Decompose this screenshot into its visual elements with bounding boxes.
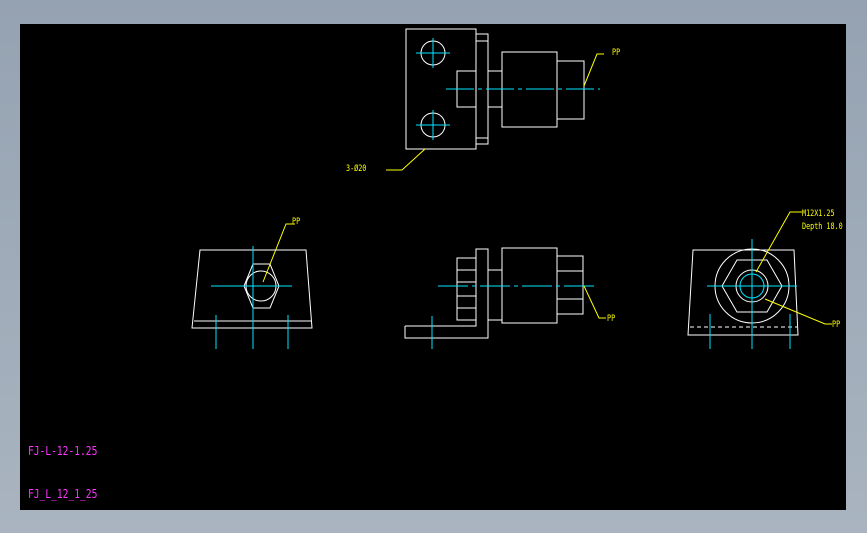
part-name-title: FJ-L-12-1.25 [28,444,98,458]
front-view-leaders [262,223,295,283]
drawing-svg [191,28,832,349]
side-view-centerlines [431,285,595,349]
thread-depth-label: Depth 18.0 [802,222,843,232]
top-view-pp-label: PP [612,48,621,58]
top-view-centerlines [416,38,600,140]
file-name-title: FJ_L_12_1_25 [28,487,98,501]
holes-callout-label: 3-Ø20 [346,164,367,174]
thread-spec-label: M12X1.25 [802,209,835,219]
side-view-pp-label: PP [607,314,616,324]
front-view-pp-label: PP [292,217,301,227]
cad-drawing-canvas[interactable]: PP 3-Ø20 PP PP M12X1.25 Depth 18.0 PP FJ… [20,24,846,510]
side-view-leaders [583,285,606,319]
right-view-pp-label: PP [832,320,841,330]
right-view-thread [707,239,797,349]
front-view [191,249,313,329]
right-view [687,248,799,336]
